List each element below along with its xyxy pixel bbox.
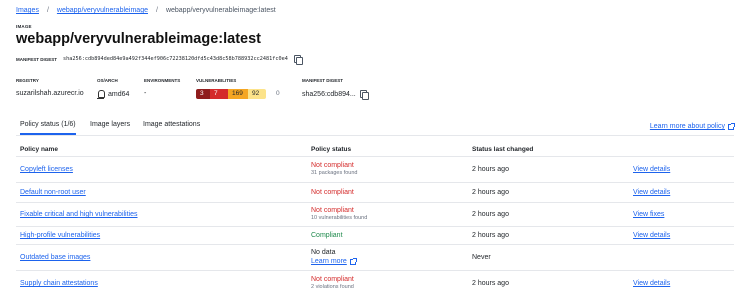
status-changed: 2 hours ago (472, 280, 509, 287)
learn-more-text: Learn more (311, 258, 347, 265)
tab-image-attestations[interactable]: Image attestations (143, 121, 200, 133)
table-row: Copyleft licenses Not compliant 31 packa… (16, 157, 734, 183)
environments-value: - (144, 90, 147, 97)
column-status-last-changed: Status last changed (472, 146, 534, 153)
column-policy-status: Policy status (311, 146, 352, 153)
breadcrumb-images-link[interactable]: Images (16, 7, 39, 14)
policy-name-link[interactable]: Supply chain attestations (20, 280, 98, 287)
environments-label: ENVIRONMENTS (144, 78, 181, 83)
policy-status: Not compliant (311, 189, 354, 196)
linux-icon (97, 90, 105, 99)
policy-name-link[interactable]: Fixable critical and high vulnerabilitie… (20, 211, 138, 218)
manifest-digest-value: sha256:cdb894ded84e9a492f344ef906c722381… (63, 56, 288, 62)
table-row: Fixable critical and high vulnerabilitie… (16, 203, 734, 227)
status-changed: 2 hours ago (472, 166, 509, 173)
breadcrumb-current: webapp/veryvulnerableimage:latest (165, 7, 276, 14)
unspecified-count: 0 (276, 90, 280, 97)
manifest-digest-block: MANIFEST DIGEST sha256:cdb894... (302, 78, 369, 100)
learn-more-link[interactable]: Learn more (311, 257, 357, 265)
breadcrumb-separator: / (46, 7, 49, 14)
manifest-digest-label-2: MANIFEST DIGEST (302, 78, 344, 83)
external-link-icon (349, 257, 357, 265)
low-count: 92 (248, 89, 266, 99)
registry-block: REGISTRY suzarilshah.azurecr.io (16, 78, 84, 97)
page-title: webapp/veryvulnerableimage:latest (16, 31, 261, 47)
status-changed: 2 hours ago (472, 211, 509, 218)
os-arch-label: OS/ARCH (97, 78, 118, 83)
row-action-link[interactable]: View details (633, 232, 670, 239)
policy-status-cell: Not compliant 2 violations found (311, 276, 354, 290)
row-action-link[interactable]: View details (633, 166, 670, 173)
vulnerability-chips[interactable]: 3 7 169 92 0 (196, 89, 284, 99)
column-policy-name: Policy name (20, 146, 58, 153)
tab-bar: Policy status (1/6) Image layers Image a… (16, 118, 735, 136)
breadcrumb-repo-link[interactable]: webapp/veryvulnerableimage (57, 7, 148, 14)
manifest-digest-short: sha256:cdb894... (302, 90, 356, 98)
os-arch-text: amd64 (108, 91, 130, 98)
copy-icon[interactable] (293, 55, 303, 65)
vulnerabilities-block: VULNERABILITIES 3 7 169 92 0 (196, 78, 284, 99)
manifest-digest-row: MANIFEST DIGEST sha256:cdb894ded84e9a492… (16, 55, 303, 65)
policy-name-link[interactable]: Default non-root user (20, 189, 86, 196)
medium-count: 169 (228, 89, 248, 99)
policy-status: Not compliant (311, 162, 354, 169)
table-row: Supply chain attestations Not compliant … (16, 271, 734, 297)
policy-name-link[interactable]: High-profile vulnerabilities (20, 232, 100, 239)
manifest-digest-label: MANIFEST DIGEST (16, 56, 58, 62)
table-row: Default non-root user Not compliant 2 ho… (16, 183, 734, 203)
critical-count: 3 (196, 89, 210, 99)
registry-label: REGISTRY (16, 78, 39, 83)
registry-value: suzarilshah.azurecr.io (16, 90, 84, 97)
high-count: 7 (210, 89, 228, 99)
policy-status: Not compliant (311, 207, 354, 214)
policy-name-link[interactable]: Copyleft licenses (20, 166, 73, 173)
tab-policy-status[interactable]: Policy status (1/6) (20, 121, 76, 135)
breadcrumb-separator: / (155, 7, 158, 14)
policy-status-detail: 2 violations found (311, 284, 354, 290)
learn-more-policy-link[interactable]: Learn more about policy (649, 122, 735, 130)
breadcrumb: Images / webapp/veryvulnerableimage / we… (16, 7, 276, 14)
table-header: Policy name Policy status Status last ch… (16, 143, 734, 157)
os-arch-value: amd64 (97, 90, 129, 99)
external-link-icon (728, 122, 735, 130)
row-action-link[interactable]: View details (633, 189, 670, 196)
row-action-link[interactable]: View fixes (633, 211, 664, 218)
policy-status-detail: 10 vulnerabilities found (311, 215, 368, 221)
status-changed: 2 hours ago (472, 232, 509, 239)
image-eyebrow: IMAGE (16, 24, 32, 29)
environments-block: ENVIRONMENTS - (144, 78, 180, 97)
policy-name-link[interactable]: Outdated base images (20, 254, 90, 261)
policy-status: Not compliant (311, 276, 354, 283)
status-changed: Never (472, 254, 491, 261)
learn-more-policy-text: Learn more about policy (649, 123, 725, 130)
policy-status-detail: 31 packages found (311, 170, 358, 176)
policy-table: Policy name Policy status Status last ch… (16, 143, 734, 297)
policy-status-cell: Not compliant 31 packages found (311, 162, 357, 176)
policy-status-cell: No data Learn more (311, 249, 357, 265)
manifest-digest-short-row: sha256:cdb894... (302, 90, 369, 100)
row-action-link[interactable]: View details (633, 280, 670, 287)
os-arch-block: OS/ARCH amd64 (97, 78, 129, 99)
policy-status: No data (311, 249, 336, 256)
status-changed: 2 hours ago (472, 189, 509, 196)
policy-status: Compliant (311, 232, 343, 239)
policy-status-cell: Not compliant 10 vulnerabilities found (311, 207, 367, 221)
table-row: Outdated base images No data Learn more … (16, 245, 734, 271)
vulnerabilities-label: VULNERABILITIES (196, 78, 237, 83)
table-row: High-profile vulnerabilities Compliant 2… (16, 227, 734, 245)
tab-image-layers[interactable]: Image layers (90, 121, 130, 133)
copy-icon[interactable] (359, 90, 369, 100)
